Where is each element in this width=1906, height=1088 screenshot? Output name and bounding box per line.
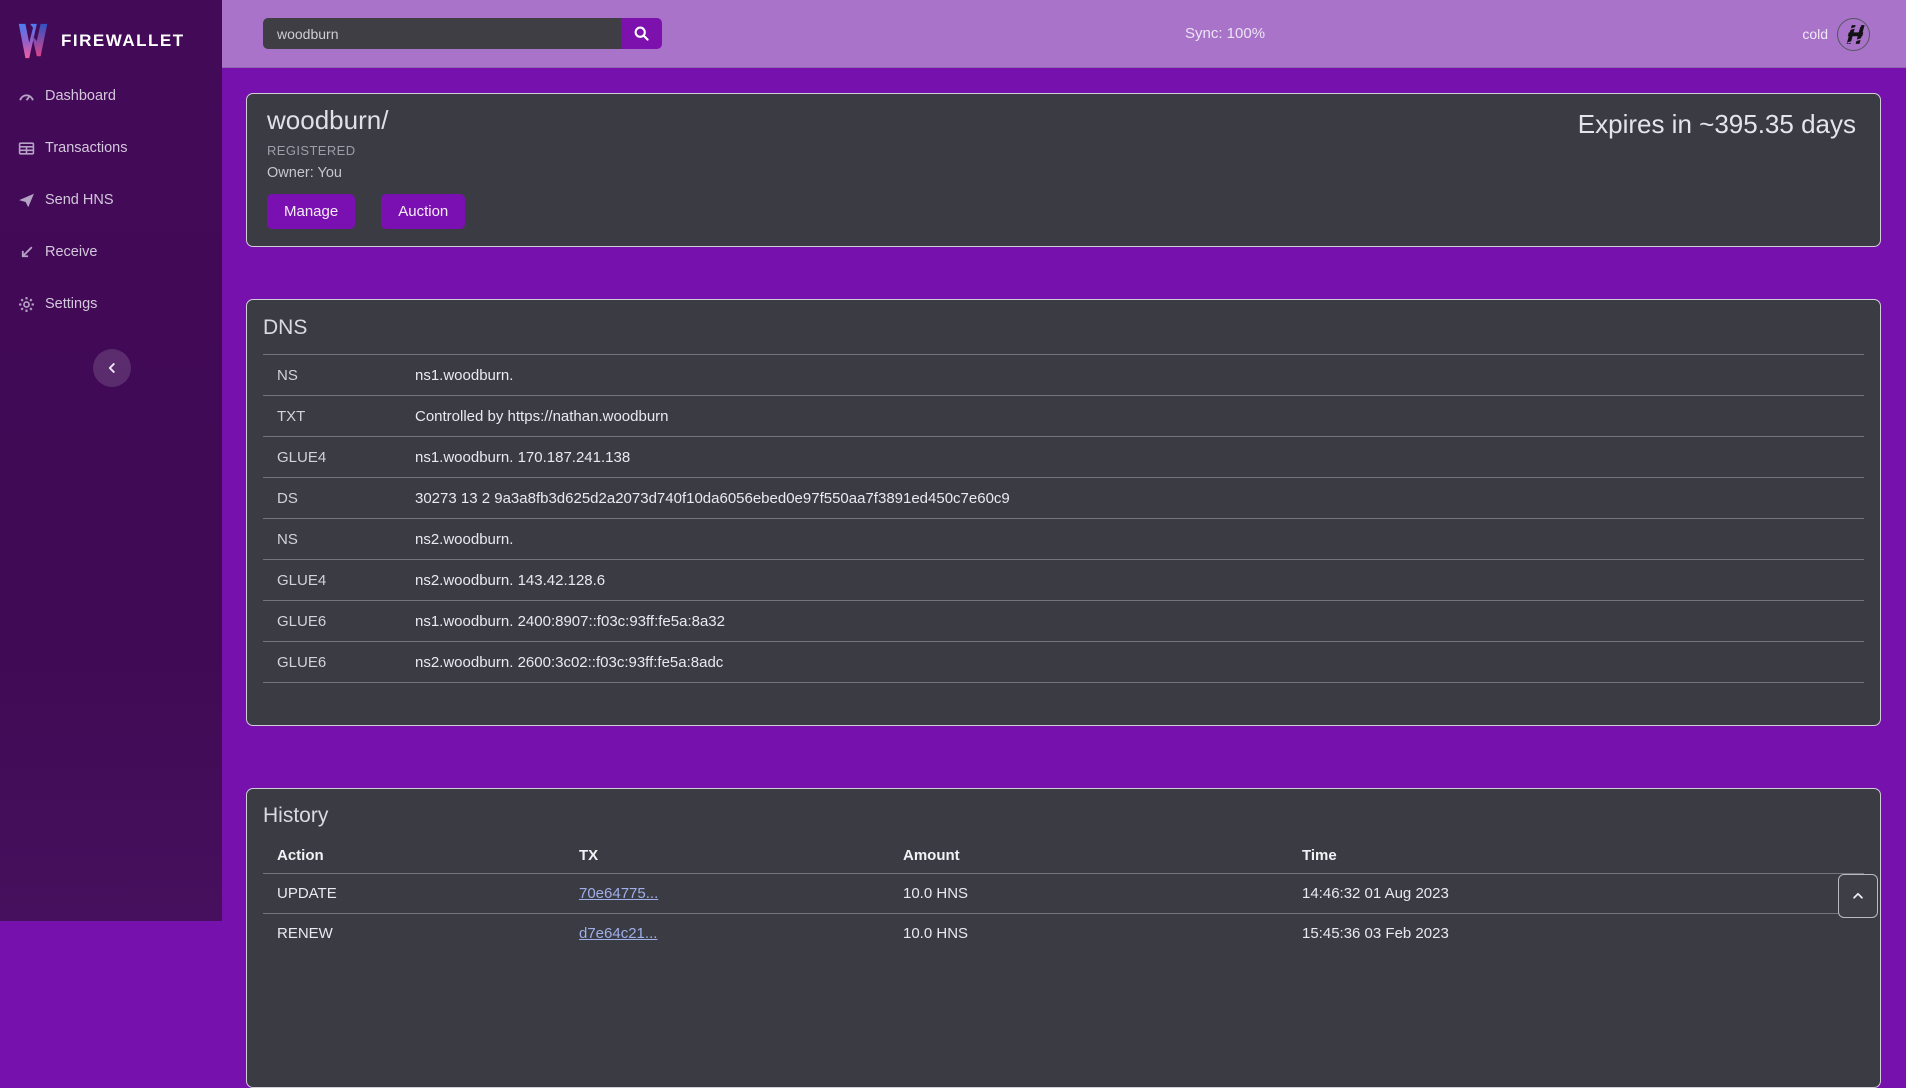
tx-link[interactable]: d7e64c21...	[579, 925, 657, 942]
firewallet-app: { "brand": { "name": "FIREWALLET", "logo…	[0, 0, 1906, 931]
sidebar-item-label: Transactions	[45, 140, 127, 156]
dns-record-value: ns1.woodburn. 170.187.241.138	[415, 437, 1864, 478]
dns-record-value: ns2.woodburn. 143.42.128.6	[415, 560, 1864, 601]
sync-status: Sync: 100%	[1185, 0, 1265, 68]
sidebar-item-send-hns[interactable]: Send HNS	[0, 174, 222, 226]
manage-button[interactable]: Manage	[267, 194, 355, 229]
domain-status: REGISTERED	[267, 143, 1858, 158]
search-input[interactable]	[263, 18, 621, 49]
dns-record-row: GLUE4 ns1.woodburn. 170.187.241.138	[263, 437, 1864, 478]
dns-record-row: NS ns1.woodburn.	[263, 355, 1864, 396]
dns-record-row: GLUE4 ns2.woodburn. 143.42.128.6	[263, 560, 1864, 601]
sidebar-item-label: Dashboard	[45, 88, 116, 104]
history-time: 15:45:36 03 Feb 2023	[1302, 913, 1864, 953]
history-col-amount: Amount	[903, 839, 1302, 873]
sidebar-collapse-button[interactable]	[93, 349, 131, 387]
chevron-left-icon	[105, 361, 119, 375]
history-header-row: Action TX Amount Time	[263, 839, 1864, 873]
settings-gear-icon	[18, 296, 35, 313]
dashboard-gauge-icon	[18, 88, 35, 105]
dns-record-value: 30273 13 2 9a3a8fb3d625d2a2073d740f10da6…	[415, 478, 1864, 519]
search-button[interactable]	[621, 18, 662, 49]
expires-label: Expires in ~395.35 days	[1578, 109, 1856, 140]
tx-link[interactable]: 70e64775...	[579, 885, 658, 902]
history-action: RENEW	[263, 913, 579, 953]
domain-card: woodburn/ REGISTERED Owner: You Manage A…	[246, 93, 1881, 247]
sidebar-item-receive[interactable]: Receive	[0, 226, 222, 278]
history-row: UPDATE 70e64775... 10.0 HNS 14:46:32 01 …	[263, 873, 1864, 913]
dns-record-type: NS	[263, 355, 415, 396]
history-col-time: Time	[1302, 839, 1864, 873]
dns-record-type: NS	[263, 519, 415, 560]
history-time: 14:46:32 01 Aug 2023	[1302, 873, 1864, 913]
transactions-table-icon	[18, 140, 35, 157]
history-title: History	[263, 804, 1864, 828]
brand-name: FIREWALLET	[61, 31, 185, 51]
sidebar: FIREWALLET Dashboard Transactions	[0, 0, 222, 921]
dns-record-type: DS	[263, 478, 415, 519]
wallet-selector[interactable]: cold	[1802, 0, 1870, 68]
dns-table: NS ns1.woodburn. TXT Controlled by https…	[263, 354, 1864, 683]
history-col-action: Action	[263, 839, 579, 873]
sidebar-nav: Dashboard Transactions Send HNS	[0, 70, 222, 330]
history-amount: 10.0 HNS	[903, 913, 1302, 953]
history-col-tx: TX	[579, 839, 903, 873]
handshake-logo-icon[interactable]	[1837, 18, 1870, 51]
search-icon	[633, 25, 650, 42]
dns-record-value: ns2.woodburn. 2600:3c02::f03c:93ff:fe5a:…	[415, 642, 1864, 683]
sidebar-item-label: Send HNS	[45, 192, 114, 208]
scroll-to-top-button[interactable]	[1838, 874, 1878, 918]
history-row: RENEW d7e64c21... 10.0 HNS 15:45:36 03 F…	[263, 913, 1864, 953]
send-plane-icon	[18, 192, 35, 209]
dns-record-value: ns2.woodburn.	[415, 519, 1864, 560]
sidebar-item-label: Settings	[45, 296, 97, 312]
dns-record-row: GLUE6 ns2.woodburn. 2600:3c02::f03c:93ff…	[263, 642, 1864, 683]
dns-record-row: GLUE6 ns1.woodburn. 2400:8907::f03c:93ff…	[263, 601, 1864, 642]
dns-record-type: GLUE4	[263, 560, 415, 601]
history-card: History Action TX Amount Time UPDATE 70e…	[246, 788, 1881, 1088]
sidebar-item-dashboard[interactable]: Dashboard	[0, 70, 222, 122]
search-bar	[263, 18, 662, 49]
dns-record-row: NS ns2.woodburn.	[263, 519, 1864, 560]
sidebar-item-settings[interactable]: Settings	[0, 278, 222, 330]
auction-button[interactable]: Auction	[381, 194, 465, 229]
history-table: Action TX Amount Time UPDATE 70e64775...…	[263, 839, 1864, 953]
dns-record-type: GLUE6	[263, 642, 415, 683]
firewallet-w-logo-icon	[15, 22, 51, 60]
chevron-up-icon	[1851, 889, 1865, 903]
wallet-name-label: cold	[1802, 26, 1828, 42]
history-action: UPDATE	[263, 873, 579, 913]
dns-record-type: GLUE6	[263, 601, 415, 642]
brand: FIREWALLET	[0, 0, 222, 68]
history-amount: 10.0 HNS	[903, 873, 1302, 913]
dns-record-row: TXT Controlled by https://nathan.woodbur…	[263, 396, 1864, 437]
domain-actions: Manage Auction	[267, 194, 1858, 229]
receive-arrow-icon	[18, 244, 35, 261]
dns-card: DNS NS ns1.woodburn. TXT Controlled by h…	[246, 299, 1881, 726]
dns-record-value: Controlled by https://nathan.woodburn	[415, 396, 1864, 437]
sidebar-item-label: Receive	[45, 244, 97, 260]
dns-record-type: TXT	[263, 396, 415, 437]
domain-owner: Owner: You	[267, 165, 1858, 181]
dns-record-value: ns1.woodburn. 2400:8907::f03c:93ff:fe5a:…	[415, 601, 1864, 642]
dns-title: DNS	[263, 316, 1864, 340]
dns-record-row: DS 30273 13 2 9a3a8fb3d625d2a2073d740f10…	[263, 478, 1864, 519]
topbar: Sync: 100% cold	[222, 0, 1906, 68]
sidebar-item-transactions[interactable]: Transactions	[0, 122, 222, 174]
dns-record-type: GLUE4	[263, 437, 415, 478]
dns-record-value: ns1.woodburn.	[415, 355, 1864, 396]
